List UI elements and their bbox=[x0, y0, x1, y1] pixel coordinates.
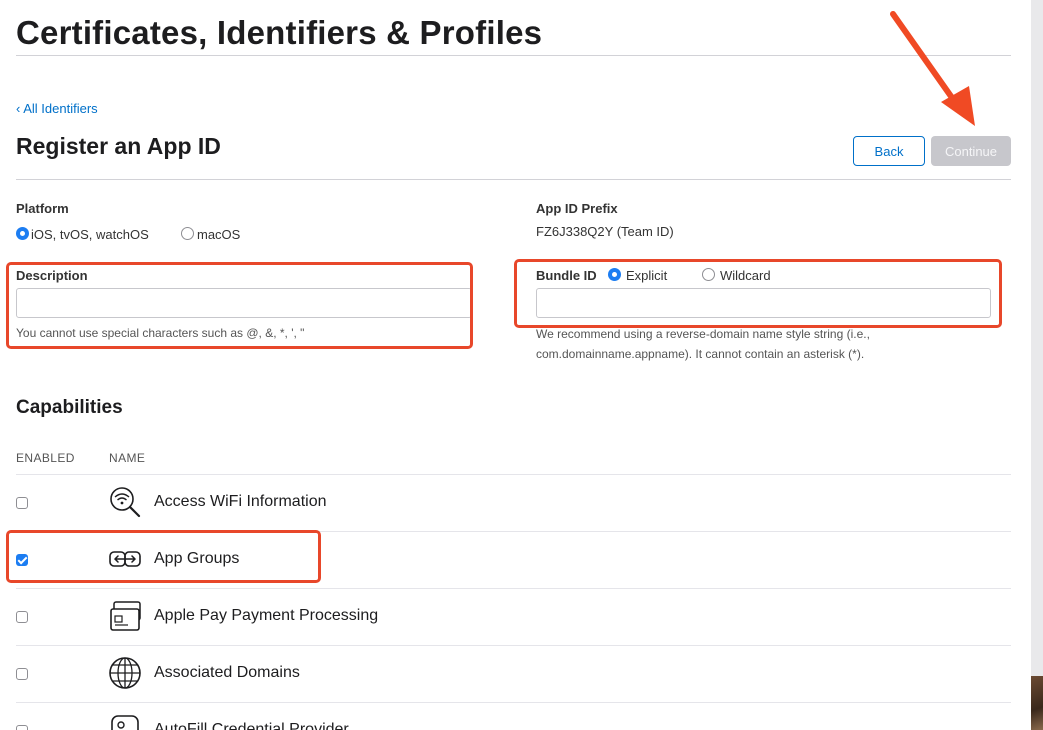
developer-portal-page: Certificates, Identifiers & Profiles ‹ A… bbox=[0, 0, 1031, 730]
bundle-id-radio-explicit[interactable] bbox=[608, 268, 621, 281]
capability-checkbox-app-groups[interactable] bbox=[16, 554, 28, 566]
back-button[interactable]: Back bbox=[853, 136, 925, 166]
bundle-id-label: Bundle ID bbox=[536, 268, 597, 283]
capability-name-autofill[interactable]: AutoFill Credential Provider bbox=[154, 721, 349, 730]
desktop-background-peek bbox=[1031, 676, 1043, 730]
capability-name-associated-domains[interactable]: Associated Domains bbox=[154, 664, 300, 682]
bundle-id-hint-line-2: com.domainname.appname). It cannot conta… bbox=[536, 347, 865, 361]
app-id-prefix-value: FZ6J338Q2Y (Team ID) bbox=[536, 224, 674, 239]
bundle-id-radio-wildcard[interactable] bbox=[702, 268, 715, 281]
table-header-divider bbox=[16, 474, 1011, 475]
capability-checkbox-associated-domains[interactable] bbox=[16, 668, 28, 680]
autofill-key-icon bbox=[111, 715, 139, 730]
capability-checkbox-autofill[interactable] bbox=[16, 725, 28, 730]
page-header-title: Certificates, Identifiers & Profiles bbox=[16, 14, 543, 51]
platform-radio-macos[interactable] bbox=[181, 227, 194, 240]
page-subtitle: Register an App ID bbox=[16, 133, 221, 159]
all-identifiers-link[interactable]: ‹ All Identifiers bbox=[16, 101, 98, 116]
enabled-column-header: ENABLED bbox=[16, 451, 75, 465]
section-divider bbox=[16, 179, 1011, 180]
row-divider bbox=[16, 702, 1011, 703]
wifi-search-icon bbox=[110, 487, 141, 518]
row-divider bbox=[16, 645, 1011, 646]
name-column-header: NAME bbox=[109, 451, 146, 465]
continue-button[interactable]: Continue bbox=[931, 136, 1011, 166]
description-label: Description bbox=[16, 268, 88, 283]
app-groups-icon bbox=[109, 551, 141, 567]
header-divider bbox=[16, 55, 1011, 56]
window-edge-strip bbox=[1031, 0, 1043, 730]
bundle-id-option-explicit-label[interactable]: Explicit bbox=[626, 268, 667, 283]
platform-option-macos-label[interactable]: macOS bbox=[197, 227, 240, 242]
capabilities-title: Capabilities bbox=[16, 397, 123, 418]
capability-checkbox-access-wifi[interactable] bbox=[16, 497, 28, 509]
row-divider bbox=[16, 531, 1011, 532]
globe-icon bbox=[109, 657, 141, 689]
platform-option-ios-label[interactable]: iOS, tvOS, watchOS bbox=[31, 227, 149, 242]
bundle-id-hint-line-1: We recommend using a reverse-domain name… bbox=[536, 327, 870, 341]
capability-name-app-groups[interactable]: App Groups bbox=[154, 550, 239, 568]
apple-pay-card-icon bbox=[110, 601, 141, 631]
capability-checkbox-apple-pay[interactable] bbox=[16, 611, 28, 623]
bundle-id-option-wildcard-label[interactable]: Wildcard bbox=[720, 268, 771, 283]
app-id-prefix-label: App ID Prefix bbox=[536, 201, 618, 216]
description-hint: You cannot use special characters such a… bbox=[16, 326, 305, 340]
annotation-arrow-icon bbox=[890, 11, 975, 126]
row-divider bbox=[16, 588, 1011, 589]
description-input[interactable] bbox=[16, 288, 472, 318]
platform-radio-ios[interactable] bbox=[16, 227, 29, 240]
platform-label: Platform bbox=[16, 201, 69, 216]
capability-name-apple-pay[interactable]: Apple Pay Payment Processing bbox=[154, 607, 378, 625]
capability-name-access-wifi[interactable]: Access WiFi Information bbox=[154, 493, 326, 511]
bundle-id-input[interactable] bbox=[536, 288, 991, 318]
